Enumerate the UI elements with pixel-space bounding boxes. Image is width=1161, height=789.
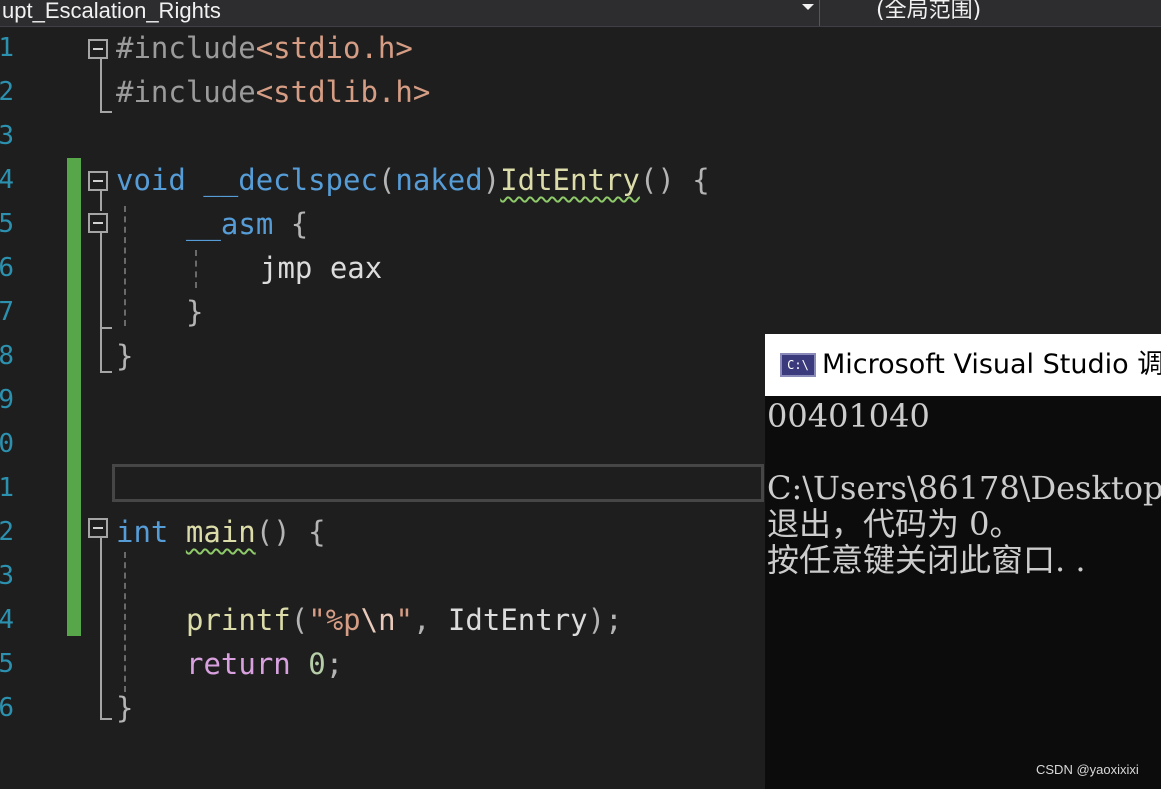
indent-guide <box>124 552 126 692</box>
preprocessor-directive: #include <box>116 75 256 109</box>
console-icon: C:\ <box>780 353 816 377</box>
collapse-icon[interactable] <box>88 39 108 59</box>
project-name: upt_Escalation_Rights <box>2 0 221 23</box>
brace: { <box>308 515 326 549</box>
console-title: Microsoft Visual Studio 调试控制台 <box>822 349 1161 380</box>
indent-guide <box>124 206 126 326</box>
line-number: 3 <box>0 121 14 151</box>
brace: { <box>692 163 710 197</box>
line-number: 11 <box>0 473 14 503</box>
chevron-down-icon[interactable] <box>800 0 816 16</box>
outline-end <box>100 111 112 113</box>
code-line-4[interactable]: void __declspec(naked)IdtEntry() { <box>116 158 710 202</box>
console-output-line: 按任意键关闭此窗口. . <box>767 541 1086 579</box>
outline-line <box>100 233 102 373</box>
code-line-2[interactable]: #include<stdlib.h> <box>116 70 430 114</box>
line-number: 7 <box>0 297 14 327</box>
code-line-14[interactable]: printf("%p\n", IdtEntry); <box>186 598 623 642</box>
line-number: 4 <box>0 165 14 195</box>
code-line-7[interactable]: } <box>186 290 203 334</box>
keyword-return: return <box>186 647 291 681</box>
brace: { <box>290 207 309 241</box>
brace: } <box>186 295 204 329</box>
outline-line <box>100 538 102 720</box>
keyword-void: void <box>116 163 186 197</box>
paren: ) <box>482 163 501 197</box>
keyword-naked: naked <box>395 163 483 197</box>
keyword-asm: __asm <box>186 207 274 241</box>
outline-end <box>100 327 112 329</box>
comma: , <box>413 603 431 637</box>
outline-line <box>100 191 102 211</box>
paren: ( <box>377 163 396 197</box>
code-line-5[interactable]: __asm { <box>186 202 308 246</box>
function-name-main: main <box>185 515 256 549</box>
parens: () <box>255 515 291 549</box>
line-number: 15 <box>0 649 14 679</box>
format-specifier: %p <box>325 603 361 637</box>
line-number: 16 <box>0 693 14 723</box>
code-line-6[interactable]: jmp eax <box>260 246 382 290</box>
change-tracking-bar <box>67 158 81 636</box>
line-number: 1 <box>0 33 14 63</box>
collapse-icon[interactable] <box>88 171 108 191</box>
indent-guide <box>195 250 197 288</box>
code-line-15[interactable]: return 0; <box>186 642 343 686</box>
collapse-icon[interactable] <box>88 518 108 538</box>
code-line-1[interactable]: #include<stdio.h> <box>116 26 413 70</box>
outline-line <box>100 59 102 113</box>
line-number: 2 <box>0 77 14 107</box>
debug-console-window[interactable]: C:\ Microsoft Visual Studio 调试控制台 004010… <box>765 334 1161 789</box>
current-line-highlight <box>112 464 764 502</box>
function-name-idtentry: IdtEntry <box>500 163 640 197</box>
console-output-line: 00401040 <box>767 397 930 435</box>
console-output-line: 退出，代码为 0。 <box>767 505 1022 543</box>
line-number: 12 <box>0 517 14 547</box>
keyword-int: int <box>116 515 169 549</box>
code-line-12[interactable]: int main() { <box>116 510 326 554</box>
keyword-declspec: __declspec <box>203 163 378 197</box>
escape-sequence: \n <box>360 603 396 637</box>
brace: } <box>116 691 134 725</box>
line-number: 5 <box>0 209 14 239</box>
paren: ( <box>290 603 309 637</box>
code-line-8[interactable]: } <box>116 334 133 378</box>
asm-instruction: jmp eax <box>260 251 383 285</box>
include-header: <stdlib.h> <box>255 75 431 109</box>
navigation-bar: upt_Escalation_Rights (全局范围) <box>0 0 1161 27</box>
line-number: 10 <box>0 429 14 459</box>
project-dropdown[interactable]: upt_Escalation_Rights <box>0 0 820 26</box>
preprocessor-directive: #include <box>116 31 256 65</box>
scope-dropdown[interactable]: (全局范围) <box>828 0 1161 26</box>
paren-semicolon: ); <box>587 603 623 637</box>
function-call-printf: printf <box>186 603 291 637</box>
watermark: CSDN @yaoxixixi <box>1036 762 1139 777</box>
console-output-line: C:\Users\86178\Desktop <box>767 469 1161 507</box>
argument-idtentry: IdtEntry <box>430 603 588 637</box>
line-number: 14 <box>0 605 14 635</box>
line-number: 8 <box>0 341 14 371</box>
console-title-bar[interactable]: C:\ Microsoft Visual Studio 调试控制台 <box>765 334 1161 396</box>
outline-end <box>100 718 112 720</box>
collapse-icon[interactable] <box>88 213 108 233</box>
string-quote: " <box>395 603 414 637</box>
parens: () <box>639 163 675 197</box>
semicolon: ; <box>325 647 344 681</box>
string-quote: " <box>308 603 326 637</box>
include-header: <stdio.h> <box>255 31 413 65</box>
line-number: 9 <box>0 385 14 415</box>
line-number: 13 <box>0 561 14 591</box>
line-number: 6 <box>0 253 14 283</box>
code-line-16[interactable]: } <box>116 686 133 730</box>
scope-label: (全局范围) <box>876 0 982 23</box>
outline-end <box>100 371 112 373</box>
number-literal: 0 <box>290 647 326 681</box>
brace: } <box>116 339 134 373</box>
